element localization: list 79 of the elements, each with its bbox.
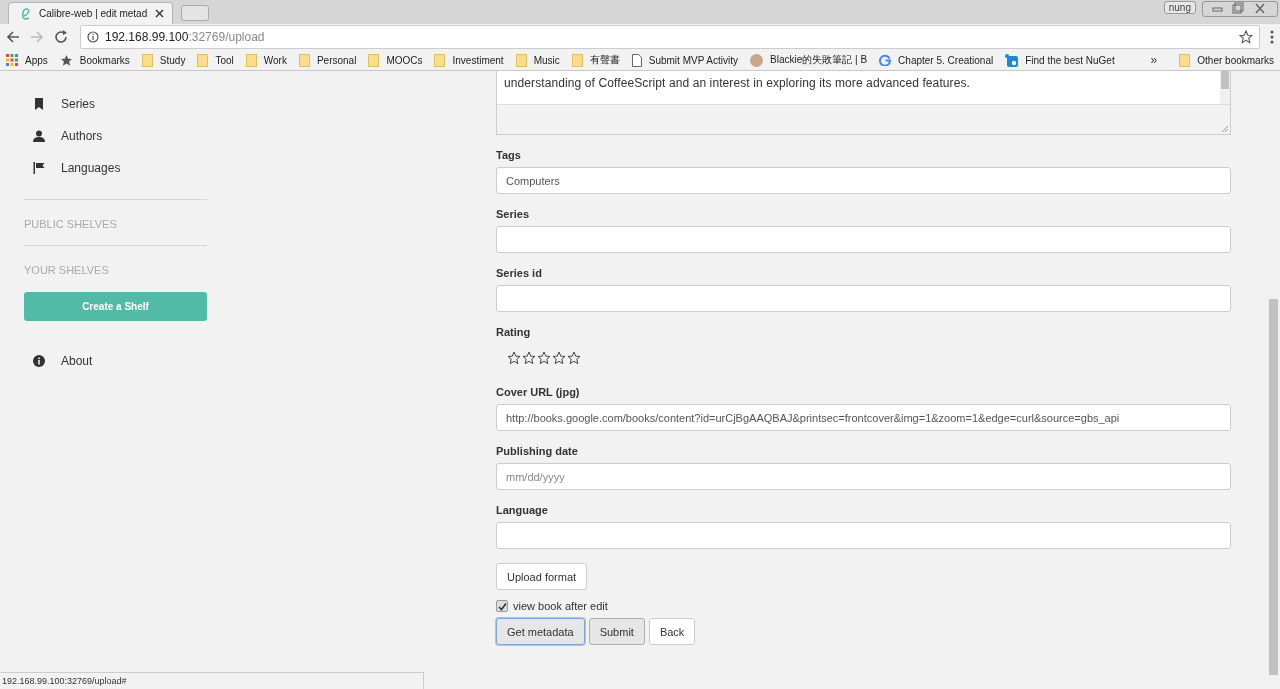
folder-icon <box>1179 53 1191 67</box>
checkbox[interactable] <box>496 600 508 612</box>
url-text: 192.168.99.100:32769/upload <box>105 30 266 44</box>
checkbox-label: view book after edit <box>513 600 608 612</box>
browser-tab[interactable]: Calibre-web | edit metad <box>8 2 174 24</box>
flag-icon <box>33 162 45 174</box>
section-heading: PUBLIC SHELVES <box>24 217 118 230</box>
window-controls[interactable] <box>1202 1 1278 17</box>
folder-icon <box>197 53 209 67</box>
sidebar-item[interactable]: About <box>24 345 207 377</box>
field-label: Cover URL (jpg) <box>496 386 581 398</box>
folder-icon <box>141 53 153 67</box>
g-logo-icon <box>879 54 892 66</box>
folder-icon <box>434 53 446 67</box>
folder-icon <box>368 53 380 67</box>
address-bar[interactable]: 192.168.99.100:32769/upload <box>80 25 1260 49</box>
description-text: understanding of CoffeeScript and an interest in exploring its more advanced features. <box>504 75 971 92</box>
bookmark-item[interactable]: Work <box>245 53 287 67</box>
tab-title: Calibre-web | edit metad <box>39 8 148 19</box>
field-label: Series <box>496 208 531 220</box>
field-label: Rating <box>496 326 532 338</box>
info-icon <box>33 355 45 367</box>
field-label: Language <box>496 504 549 516</box>
star-icon <box>59 53 73 67</box>
bookmark-item[interactable]: Music <box>515 53 560 67</box>
bookmark-star-icon[interactable] <box>1239 30 1253 44</box>
info-icon[interactable] <box>87 31 99 43</box>
sidebar-item[interactable]: Series <box>24 88 207 120</box>
bookmark-item[interactable]: Other bookmarks <box>1179 53 1274 67</box>
bookmark-item[interactable]: Bookmarks <box>59 53 130 67</box>
star-icon[interactable] <box>552 351 566 365</box>
input-field[interactable]: http://books.google.com/books/content?id=urCjBgAAQBAJ&printsec=frontcover&img=1&zoom=1&edge=curl&source=gbs_api <box>496 404 1231 431</box>
bookmark-item[interactable]: Personal <box>298 53 357 67</box>
folder-icon <box>571 53 583 67</box>
bookmark-item[interactable]: Investiment <box>434 53 504 67</box>
field-label: Publishing date <box>496 445 579 457</box>
apps-grid-icon <box>6 54 18 66</box>
bookmark-item[interactable]: 有聲書 <box>571 53 620 67</box>
folder-icon <box>298 53 310 67</box>
status-url: 192.168.99.100:32769/upload# <box>0 672 424 689</box>
bookmark-item[interactable]: MOOCs <box>368 53 423 67</box>
more-bookmarks-button[interactable]: » <box>1150 53 1158 67</box>
form-button[interactable]: Get metadata <box>496 618 585 645</box>
upload-format-button[interactable]: Upload format <box>496 563 588 590</box>
bookmark-item[interactable]: Study <box>141 53 186 67</box>
star-icon[interactable] <box>522 351 536 365</box>
star-icon[interactable] <box>567 351 581 365</box>
input-field[interactable]: Computers <box>496 167 1231 194</box>
form-button[interactable]: Submit <box>588 618 645 645</box>
bookmark-item[interactable]: Chapter 5. Creational <box>879 54 994 66</box>
resize-grip-icon <box>1219 123 1230 134</box>
star-icon[interactable] <box>537 351 551 365</box>
bookmark-item[interactable]: Blackie的失敗筆記 | B <box>750 53 868 67</box>
sidebar-item[interactable]: Authors <box>24 120 207 152</box>
person-icon <box>33 130 45 142</box>
star-icon[interactable] <box>507 351 521 365</box>
field-label: Tags <box>496 149 522 161</box>
sidebar-item[interactable]: Languages <box>24 152 207 184</box>
bookmark-item[interactable]: Apps <box>6 54 48 66</box>
folder-icon <box>515 53 527 67</box>
page-icon <box>631 53 642 67</box>
input-field[interactable]: mm/dd/yyyy <box>496 463 1231 490</box>
folder-icon <box>245 53 257 67</box>
avatar-icon <box>750 53 764 67</box>
menu-icon[interactable] <box>1270 30 1274 44</box>
bookmark-item[interactable]: Submit MVP Activity <box>631 53 739 67</box>
reload-icon[interactable] <box>54 30 68 44</box>
close-icon[interactable] <box>155 9 165 18</box>
bookmark-item[interactable]: Tool <box>197 53 234 67</box>
field-label: Series id <box>496 267 543 279</box>
profile-button[interactable]: nung <box>1163 1 1196 14</box>
e-logo-icon <box>21 6 31 21</box>
form-button[interactable]: Back <box>648 618 696 645</box>
bookmark-icon <box>33 98 45 110</box>
nuget-logo-icon <box>1005 53 1019 67</box>
back-arrow-icon[interactable] <box>6 30 20 44</box>
section-heading: YOUR SHELVES <box>24 263 110 276</box>
bookmark-item[interactable]: Find the best NuGet <box>1005 53 1115 67</box>
description-textarea[interactable]: understanding of CoffeeScript and an interest in exploring its more advanced features. <box>496 71 1231 135</box>
